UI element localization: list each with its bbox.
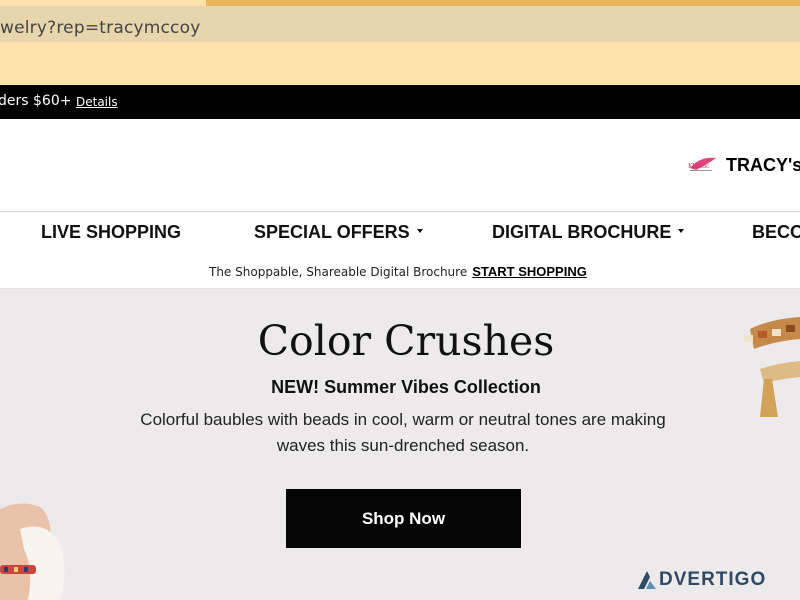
nav-special-offers[interactable]: SPECIAL OFFERS [254,222,423,243]
start-shopping-link[interactable]: START SHOPPING [472,264,587,279]
bracelets-image [744,317,800,417]
hand-with-bracelet-image [0,503,65,600]
address-bar[interactable]: welry?rep=tracymccoy [0,6,800,42]
site-logo[interactable]: Klassic TRACY's [686,152,800,178]
promo-bar: ders $60+ Details [0,85,800,119]
hero-description: Colorful baubles with beads in cool, war… [140,410,666,455]
caret-down-icon [678,229,685,234]
hero-subtitle: NEW! Summer Vibes Collection [271,377,541,397]
promo-text: ders $60+ [0,93,72,109]
watermark-text: DVERTIGO [659,569,767,590]
nav-become[interactable]: BECO [752,222,800,243]
svg-text:Klassic: Klassic [688,163,710,170]
nav-label: LIVE SHOPPING [41,222,182,242]
main-nav: LIVE SHOPPING SPECIAL OFFERS DIGITAL BRO… [0,211,800,257]
hero-banner: Color Crushes NEW! Summer Vibes Collecti… [0,289,800,600]
hero-title: Color Crushes [257,317,555,365]
brochure-banner-label: The Shoppable, Shareable Digital Brochur… [209,265,468,279]
browser-chrome: welry?rep=tracymccoy [0,0,800,85]
brochure-banner: The Shoppable, Shareable Digital Brochur… [0,256,800,289]
logo-text: TRACY's [726,154,800,175]
nav-label: SPECIAL OFFERS [254,222,410,242]
nav-label: BECO [752,222,800,242]
details-link[interactable]: Details [76,95,118,109]
site-header: Klassic TRACY's [0,119,800,211]
nav-label: DIGITAL BROCHURE [492,222,672,242]
shop-now-button[interactable]: Shop Now [286,489,521,548]
brochure-banner-text: The Shoppable, Shareable Digital Brochur… [209,264,587,279]
nav-digital-brochure[interactable]: DIGITAL BROCHURE [492,222,685,243]
nav-live-shopping[interactable]: LIVE SHOPPING [41,222,181,243]
advertigo-logo-icon [638,571,656,589]
url-text[interactable]: welry?rep=tracymccoy [0,18,200,38]
caret-down-icon [416,229,423,234]
feather-logo-icon: Klassic [688,157,716,171]
advertigo-watermark: DVERTIGO [636,568,766,592]
